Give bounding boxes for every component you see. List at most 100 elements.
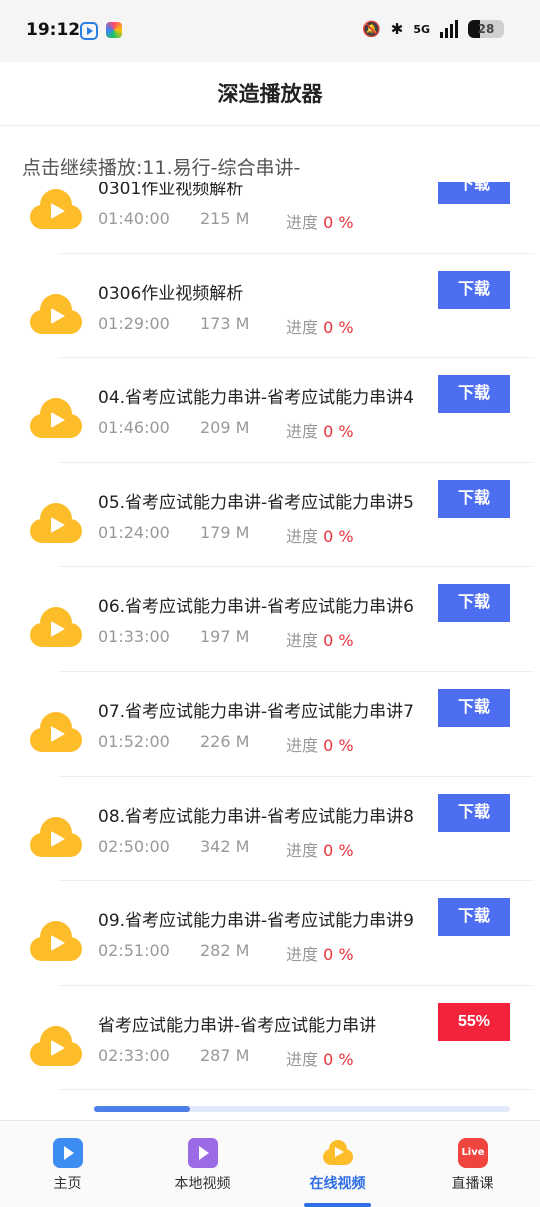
video-duration: 02:50:00 [98,836,170,856]
video-size: 173 M [200,313,250,333]
progress-label: 进度 [286,213,319,232]
tab-local-video[interactable]: 本地视频 [135,1121,270,1207]
video-meta: 02:33:00 287 M 进度 0 % [98,1045,354,1069]
video-list[interactable]: 0301作业视频解析 01:40:00 215 M 进度 0 % 下载 0306作业视频解… [0,182,540,1120]
download-button[interactable]: 下载 [438,898,510,937]
status-bar: 19:12 🔕 ✱ 5G 28 [0,0,540,62]
progress-label: 进度 [286,840,319,860]
video-meta: 01:33:00 197 M 进度 0 % [98,627,354,650]
signal-icon [440,20,458,38]
cloud-play-icon [30,816,82,857]
page-title: 深造播放器 [217,82,323,106]
video-title: 06.省考应试能力串讲-省考应试能力串讲6 [98,597,414,618]
progress-value: 0 % [323,631,354,651]
video-list-item[interactable]: 05.省考应试能力串讲-省考应试能力串讲5 01:24:00 179 M 进度 0 %… [0,463,540,568]
progress-label: 进度 [286,526,319,546]
cloud-play-icon [30,398,82,439]
app-header: 深造播放器 [0,62,540,126]
download-button[interactable]: 下载 [438,375,510,414]
video-title: 09.省考应试能力串讲-省考应试能力串讲9 [98,911,414,932]
video-list-item[interactable]: 08.省考应试能力串讲-省考应试能力串讲8 02:50:00 342 M 进度 0 %… [0,777,540,882]
row-divider [58,1089,534,1091]
video-progress: 进度 0 % [286,314,354,338]
download-button[interactable]: 下载 [438,584,510,623]
mute-bell-icon: 🔕 [362,20,381,38]
download-button[interactable]: 下载 [438,793,510,832]
video-meta: 01:46:00 209 M 进度 0 % [98,418,354,441]
video-size: 197 M [200,627,250,647]
progress-label: 进度 [286,945,319,965]
video-progress: 进度 0 % [286,627,354,651]
resume-playback-text: 点击继续播放:11.易行-综合串讲- [22,157,301,179]
video-meta: 02:51:00 282 M 进度 0 % [98,941,354,964]
tab-live-class-label: 直播课 [451,1176,494,1192]
tv-icon [188,1138,218,1168]
video-progress: 进度 0 % [286,837,354,861]
download-progress-fill [94,1106,191,1112]
progress-value: 0 % [323,422,354,442]
tab-local-video-label: 本地视频 [174,1176,231,1192]
video-list-item[interactable]: 09.省考应试能力串讲-省考应试能力串讲9 02:51:00 282 M 进度 0 %… [0,881,540,986]
video-meta: 02:50:00 342 M 进度 0 % [98,836,354,860]
download-progress-button[interactable]: 55% [438,1002,510,1041]
video-duration: 01:40:00 [98,209,170,228]
status-time: 19:12 [26,20,81,40]
cloud-play-icon [30,607,82,648]
video-size: 226 M [200,731,250,751]
video-size: 282 M [200,941,250,961]
video-duration: 01:46:00 [98,418,170,438]
tab-home-label: 主页 [53,1176,82,1192]
video-size: 179 M [200,522,250,542]
cloud-play-icon [30,293,82,334]
tab-home[interactable]: 主页 [0,1121,135,1207]
video-progress: 进度 0 % [286,209,354,233]
progress-value: 0 % [323,213,354,232]
video-list-item[interactable]: 07.省考应试能力串讲-省考应试能力串讲7 01:52:00 226 M 进度 0 %… [0,672,540,777]
video-progress: 进度 0 % [286,732,354,756]
download-button[interactable]: 下载 [438,270,510,309]
tab-live-class[interactable]: Live 直播课 [405,1121,540,1207]
progress-value: 0 % [323,317,354,337]
active-tab-indicator [304,1203,371,1207]
download-button[interactable]: 下载 [438,182,510,204]
video-meta: 01:24:00 179 M 进度 0 % [98,523,354,546]
video-duration: 01:52:00 [98,731,170,751]
bottom-tab-bar: 主页 本地视频 在线视频 Live 直播课 [0,1120,540,1207]
video-list-item[interactable]: 省考应试能力串讲-省考应试能力串讲 02:33:00 287 M 进度 0 % 55% [0,986,540,1091]
video-duration: 01:33:00 [98,627,170,647]
battery-level: 28 [477,22,495,36]
cloud-play-icon [30,921,82,962]
tab-online-video[interactable]: 在线视频 [270,1121,405,1207]
cloud-play-icon [30,189,82,229]
progress-label: 进度 [286,735,319,755]
video-size: 209 M [200,418,250,438]
video-title: 04.省考应试能力串讲-省考应试能力串讲4 [98,388,414,409]
video-progress: 进度 0 % [286,941,354,965]
video-list-item[interactable]: 0306作业视频解析 01:29:00 173 M 进度 0 % 下载 [0,254,540,359]
video-title: 08.省考应试能力串讲-省考应试能力串讲8 [98,806,414,827]
video-list-item[interactable]: 0301作业视频解析 01:40:00 215 M 进度 0 % 下载 [0,182,540,254]
bluetooth-icon: ✱ [390,20,404,38]
cloud-play-icon [30,711,82,752]
video-size: 215 M [200,209,250,228]
video-title: 0301作业视频解析 [98,182,244,199]
progress-label: 进度 [286,317,319,337]
cloud-play-icon [30,502,82,543]
video-list-item[interactable]: 04.省考应试能力串讲-省考应试能力串讲4 01:46:00 209 M 进度 0 %… [0,358,540,463]
video-meta: 01:52:00 226 M 进度 0 % [98,731,354,755]
download-button[interactable]: 下载 [438,479,510,518]
video-list-item[interactable]: 06.省考应试能力串讲-省考应试能力串讲6 01:33:00 197 M 进度 0 %… [0,567,540,672]
video-meta: 01:40:00 215 M 进度 0 % [98,209,354,232]
progress-label: 进度 [286,631,319,651]
network-type: 5G [413,22,430,36]
player-app-notification-icon [80,22,98,40]
tab-online-video-label: 在线视频 [309,1176,366,1192]
progress-value: 0 % [323,945,354,965]
video-duration: 02:33:00 [98,1045,170,1065]
video-size: 342 M [200,836,250,856]
download-button[interactable]: 下载 [438,688,510,727]
progress-value: 0 % [323,1049,354,1069]
video-meta: 01:29:00 173 M 进度 0 % [98,314,354,337]
home-play-icon [53,1138,83,1168]
video-title: 0306作业视频解析 [98,283,244,304]
